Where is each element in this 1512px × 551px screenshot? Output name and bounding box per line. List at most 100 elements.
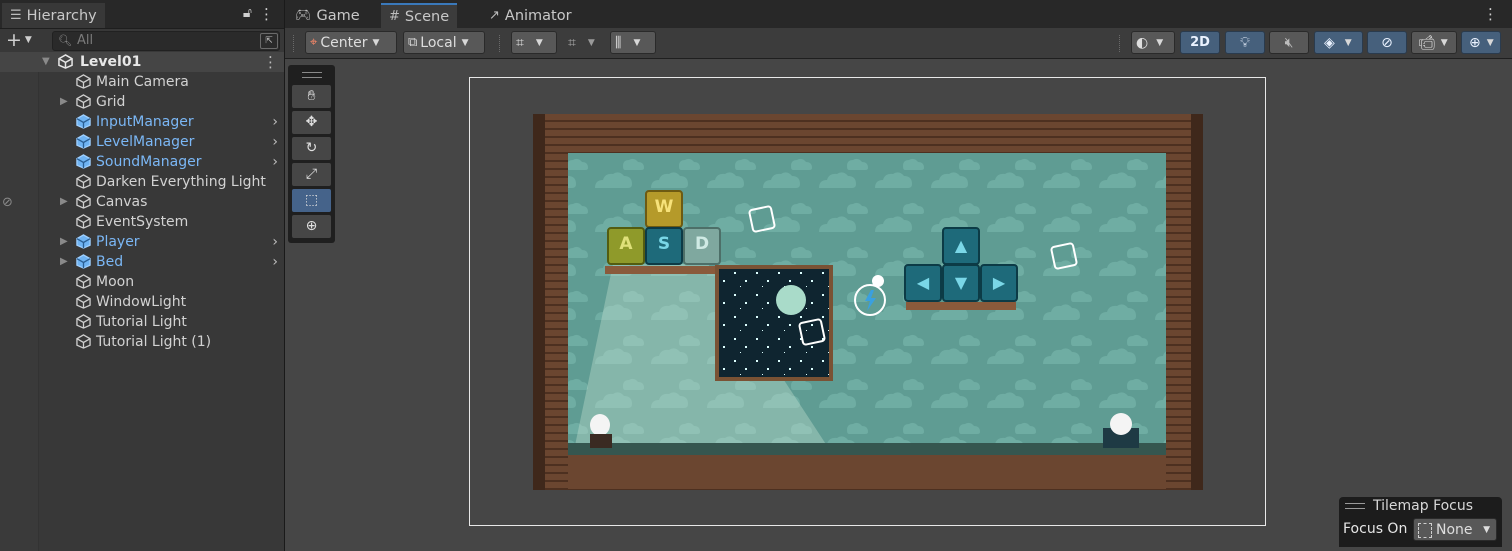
rect-tool-button[interactable]: ⬚ — [292, 189, 331, 212]
hierarchy-item[interactable]: WindowLight — [0, 292, 284, 312]
tab-animator-label: Animator — [504, 7, 572, 24]
tab-hierarchy[interactable]: ☰ Hierarchy — [2, 3, 105, 28]
hidden-objects-toggle[interactable]: ⊘ — [1367, 31, 1407, 54]
arrow-left-tile: ◀ — [904, 264, 942, 302]
overlay-grip[interactable] — [1345, 503, 1365, 509]
gizmos-dropdown[interactable]: ⊕ ▼ — [1461, 31, 1501, 54]
grid-snapping-button[interactable]: ⌗ ▼ — [565, 31, 607, 54]
toolbar-separator — [499, 35, 501, 52]
key-s-label: S — [657, 234, 671, 254]
hierarchy-item[interactable]: ▶ Bed › — [0, 252, 284, 272]
hierarchy-root-row[interactable]: ▼ Level01 ⋮ — [0, 52, 284, 72]
increment-snap-button[interactable]: ⫼ ▼ — [610, 31, 656, 54]
hierarchy-item[interactable]: EventSystem — [0, 212, 284, 232]
expand-arrow-icon[interactable]: ▶ — [60, 92, 68, 112]
pivot-mode-label: Center — [320, 34, 368, 51]
open-prefab-chevron-icon[interactable]: › — [272, 152, 278, 172]
hierarchy-item-label: WindowLight — [96, 294, 187, 310]
transform-tool-button[interactable]: ⊕ — [292, 215, 331, 238]
search-input[interactable]: 🔍︎ All ⇱ — [52, 31, 280, 51]
tab-scene[interactable]: # Scene — [381, 3, 458, 28]
pivot-rotation-label: Local — [420, 34, 457, 51]
expand-arrow-icon[interactable]: ▶ — [60, 252, 68, 272]
create-button[interactable]: + ▼ — [6, 31, 32, 50]
open-prefab-chevron-icon[interactable]: › — [272, 132, 278, 152]
rotate-tool-button[interactable]: ↻ — [292, 137, 331, 160]
pivot-icon: ⌖ — [310, 35, 318, 50]
search-by-type-icon[interactable]: ⇱ — [260, 33, 278, 49]
key-w-label: W — [654, 197, 674, 217]
arrow-down-tile: ▼ — [942, 264, 980, 302]
hierarchy-item-label: Canvas — [96, 194, 148, 210]
chevron-down-icon: ▼ — [372, 37, 380, 48]
hierarchy-item[interactable]: Tutorial Light (1) — [0, 332, 284, 352]
search-placeholder: All — [77, 33, 94, 48]
palette-grip[interactable] — [302, 72, 322, 78]
ruler-icon: ⫼ — [615, 34, 622, 51]
key-a-tile: A — [607, 227, 645, 265]
scale-tool-button[interactable]: ⤢ — [292, 163, 331, 186]
gameobject-cube-icon — [76, 334, 91, 349]
tab-game[interactable]: 🎮︎ Game — [287, 3, 368, 28]
hierarchy-item[interactable]: InputManager › — [0, 112, 284, 132]
scene-toolbar: ⌖ Center ▼ ⧉ Local ▼ ⌗ ▼ ⌗ ▼ ⫼ ▼ ◐ ▼ 2D … — [285, 28, 1512, 59]
hierarchy-item[interactable]: ▶ Canvas — [0, 192, 284, 212]
open-prefab-chevron-icon[interactable]: › — [272, 232, 278, 252]
camera-dropdown[interactable]: 📹︎ ▼ — [1411, 31, 1457, 54]
scene-menu-icon[interactable]: ⋮ — [263, 52, 278, 72]
hierarchy-item[interactable]: Darken Everything Light — [0, 172, 284, 192]
hierarchy-item[interactable]: SoundManager › — [0, 152, 284, 172]
grid-hash-icon: # — [389, 9, 400, 24]
gamepad-icon: 🎮︎ — [295, 8, 312, 23]
draw-mode-dropdown[interactable]: ◐ ▼ — [1131, 31, 1175, 54]
move-tool-button[interactable]: ✥ — [292, 111, 331, 134]
prefab-cube-icon — [76, 254, 91, 269]
hand-icon: ✋︎ — [307, 88, 316, 104]
rect-transform-icon: ⬚ — [304, 192, 319, 208]
open-prefab-chevron-icon[interactable]: › — [272, 252, 278, 272]
hierarchy-item[interactable]: ▶ Player › — [0, 232, 284, 252]
light-bulb-icon: 💡︎ — [1240, 34, 1250, 51]
pivot-mode-dropdown[interactable]: ⌖ Center ▼ — [305, 31, 397, 54]
open-prefab-chevron-icon[interactable]: › — [272, 112, 278, 132]
effects-dropdown[interactable]: ◈ ▼ — [1314, 31, 1363, 54]
gameobject-cube-icon — [76, 214, 91, 229]
hierarchy-item[interactable]: Moon — [0, 272, 284, 292]
2d-toggle[interactable]: 2D — [1180, 31, 1220, 54]
grid-visibility-button[interactable]: ⌗ ▼ — [511, 31, 557, 54]
audio-toggle[interactable]: 🔇︎ — [1269, 31, 1309, 54]
toolbar-separator — [1119, 35, 1121, 52]
toolbar-grip — [293, 35, 295, 52]
expand-arrow-icon[interactable]: ▶ — [60, 192, 68, 212]
focus-on-dropdown[interactable]: None ▼ — [1413, 518, 1497, 541]
expand-arrow-icon[interactable]: ▶ — [60, 232, 68, 252]
hierarchy-item[interactable]: Tutorial Light — [0, 312, 284, 332]
arrow-up-tile: ▲ — [942, 227, 980, 265]
prefab-cube-icon — [76, 134, 91, 149]
expand-arrow-icon[interactable]: ▼ — [42, 52, 50, 72]
more-options-icon[interactable]: ⋮ — [259, 5, 274, 23]
hierarchy-item-label: Main Camera — [96, 74, 189, 90]
more-options-icon[interactable]: ⋮ — [1483, 5, 1498, 23]
arrow-right-tile: ▶ — [980, 264, 1018, 302]
move-icon: ✥ — [305, 114, 318, 130]
hierarchy-item-label: LevelManager — [96, 134, 195, 150]
lighting-toggle[interactable]: 💡︎ — [1225, 31, 1265, 54]
scene-viewport[interactable]: W A S D ▲ ◀ ▼ ▶ ✋︎ ✥ ↻ ⤢ ⬚ ⊕ Tilemap Foc… — [285, 59, 1512, 551]
gameobject-cube-icon — [76, 94, 91, 109]
mute-icon: 🔇︎ — [1284, 34, 1294, 51]
gizmo-icon: ⊕ — [1469, 34, 1481, 51]
list-icon: ☰ — [10, 8, 22, 23]
hand-tool-button[interactable]: ✋︎ — [292, 85, 331, 108]
chevron-down-icon: ▼ — [461, 37, 469, 48]
hierarchy-item[interactable]: Main Camera — [0, 72, 284, 92]
hierarchy-item[interactable]: LevelManager › — [0, 132, 284, 152]
pivot-rotation-dropdown[interactable]: ⧉ Local ▼ — [403, 31, 485, 54]
key-a-label: A — [619, 234, 633, 254]
lock-icon[interactable]: 🔓︎ — [243, 5, 252, 21]
hierarchy-item[interactable]: ▶ Grid — [0, 92, 284, 112]
animator-icon: ↗ — [489, 8, 500, 23]
tab-animator[interactable]: ↗ Animator — [481, 3, 580, 28]
level-tilemap — [533, 114, 1203, 490]
hierarchy-item-label: Grid — [96, 94, 126, 110]
